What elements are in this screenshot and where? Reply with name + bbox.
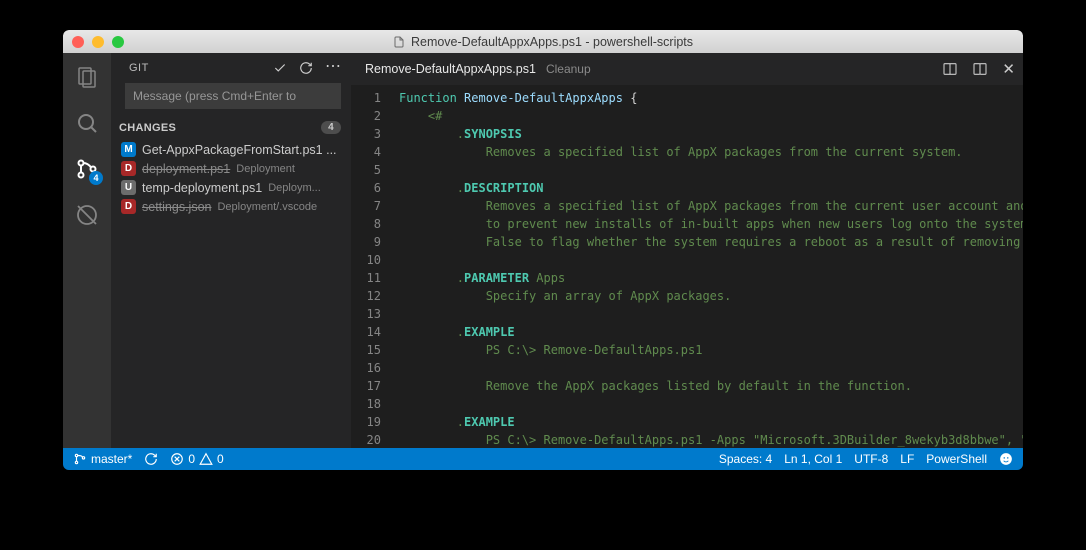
line-number: 6 xyxy=(351,179,381,197)
line-number: 17 xyxy=(351,377,381,395)
commit-message-input[interactable] xyxy=(125,83,341,109)
more-icon[interactable]: ⋯ xyxy=(325,61,339,75)
code-line[interactable]: <# xyxy=(399,107,1023,125)
file-status-badge: U xyxy=(121,180,136,195)
code-line[interactable]: .SYNOPSIS xyxy=(399,125,1023,143)
code-line[interactable] xyxy=(399,395,1023,413)
changes-label: CHANGES xyxy=(119,122,176,134)
code-line[interactable]: .EXAMPLE xyxy=(399,323,1023,341)
changes-list: M Get-AppxPackageFromStart.ps1 ... Ddeploy… xyxy=(111,138,351,218)
close-editor-icon[interactable]: ✕ xyxy=(1002,60,1015,78)
minimize-window-button[interactable] xyxy=(92,36,104,48)
code-line[interactable]: False to flag whether the system require… xyxy=(399,233,1023,251)
line-number: 19 xyxy=(351,413,381,431)
line-number: 9 xyxy=(351,233,381,251)
maximize-window-button[interactable] xyxy=(112,36,124,48)
editor-content[interactable]: 1234567891011121314151617181920 Function… xyxy=(351,85,1023,448)
branch-name: master* xyxy=(91,452,132,466)
vscode-window: Remove-DefaultAppxApps.ps1 - powershell-… xyxy=(63,30,1023,470)
code-line[interactable]: Remove the AppX packages listed by defau… xyxy=(399,377,1023,395)
status-spaces[interactable]: Spaces: 4 xyxy=(719,452,772,466)
line-number: 4 xyxy=(351,143,381,161)
scm-badge: 4 xyxy=(89,171,103,185)
split-editor-icon[interactable] xyxy=(942,61,958,77)
status-position[interactable]: Ln 1, Col 1 xyxy=(784,452,842,466)
file-status-badge: M xyxy=(121,142,136,157)
line-number: 3 xyxy=(351,125,381,143)
line-number: 18 xyxy=(351,395,381,413)
close-window-button[interactable] xyxy=(72,36,84,48)
status-encoding[interactable]: UTF-8 xyxy=(854,452,888,466)
status-branch[interactable]: master* xyxy=(73,452,132,466)
line-number: 15 xyxy=(351,341,381,359)
file-directory: Deploym... xyxy=(268,182,321,194)
code-line[interactable]: Specify an array of AppX packages. xyxy=(399,287,1023,305)
changed-file-row[interactable]: Utemp-deployment.ps1 Deploym... xyxy=(111,178,351,197)
code-line[interactable]: to prevent new installs of in-built apps… xyxy=(399,215,1023,233)
editor-tab-title[interactable]: Remove-DefaultAppxApps.ps1 xyxy=(365,62,536,76)
warnings-count: 0 xyxy=(217,452,224,466)
file-status-badge: D xyxy=(121,199,136,214)
status-bar: master* 0 0 Spaces: 4 Ln 1, Col 1 UTF-8 … xyxy=(63,448,1023,470)
status-eol[interactable]: LF xyxy=(900,452,914,466)
titlebar: Remove-DefaultAppxApps.ps1 - powershell-… xyxy=(63,30,1023,53)
changed-file-row[interactable]: M Get-AppxPackageFromStart.ps1 ... xyxy=(111,140,351,159)
file-name: Get-AppxPackageFromStart.ps1 ... xyxy=(142,143,337,157)
changes-section-header[interactable]: CHANGES 4 xyxy=(111,117,351,138)
commit-icon[interactable] xyxy=(273,61,287,75)
errors-count: 0 xyxy=(188,452,195,466)
status-problems[interactable]: 0 0 xyxy=(170,452,223,466)
editor-group: Remove-DefaultAppxApps.ps1 Cleanup ✕ 123… xyxy=(351,53,1023,448)
code-line[interactable]: Removes a specified list of AppX package… xyxy=(399,197,1023,215)
scm-sidebar: GIT ⋯ CHANGES 4 M Get-AppxPackageFromStar… xyxy=(111,53,351,448)
activity-bar: 4 xyxy=(63,53,111,448)
changes-count-badge: 4 xyxy=(321,121,341,134)
status-feedback[interactable] xyxy=(999,452,1013,466)
line-number: 12 xyxy=(351,287,381,305)
changed-file-row[interactable]: Dsettings.json Deployment/.vscode xyxy=(111,197,351,216)
line-number: 20 xyxy=(351,431,381,448)
file-icon xyxy=(393,35,405,49)
status-language[interactable]: PowerShell xyxy=(926,452,987,466)
open-changes-icon[interactable] xyxy=(972,61,988,77)
window-title: Remove-DefaultAppxApps.ps1 - powershell-… xyxy=(411,35,693,49)
line-number: 11 xyxy=(351,269,381,287)
code-line[interactable] xyxy=(399,305,1023,323)
file-status-badge: D xyxy=(121,161,136,176)
scm-header-label: GIT xyxy=(129,62,149,74)
changed-file-row[interactable]: Ddeployment.ps1 Deployment xyxy=(111,159,351,178)
code-line[interactable]: PS C:\> Remove-DefaultApps.ps1 -Apps "Mi… xyxy=(399,431,1023,448)
status-sync[interactable] xyxy=(144,452,158,466)
line-number: 5 xyxy=(351,161,381,179)
code-line[interactable] xyxy=(399,251,1023,269)
scm-activity[interactable]: 4 xyxy=(73,155,101,183)
file-name: settings.json xyxy=(142,200,211,214)
file-directory: Deployment xyxy=(236,163,295,175)
search-activity[interactable] xyxy=(73,109,101,137)
debug-activity[interactable] xyxy=(73,201,101,229)
code-line[interactable] xyxy=(399,161,1023,179)
file-name: temp-deployment.ps1 xyxy=(142,181,262,195)
line-number: 1 xyxy=(351,89,381,107)
code-line[interactable]: PS C:\> Remove-DefaultApps.ps1 xyxy=(399,341,1023,359)
line-number: 13 xyxy=(351,305,381,323)
line-number: 14 xyxy=(351,323,381,341)
file-name: deployment.ps1 xyxy=(142,162,230,176)
line-number: 16 xyxy=(351,359,381,377)
code-line[interactable]: Removes a specified list of AppX package… xyxy=(399,143,1023,161)
refresh-icon[interactable] xyxy=(299,61,313,75)
code-line[interactable]: .EXAMPLE xyxy=(399,413,1023,431)
line-number: 2 xyxy=(351,107,381,125)
file-directory: Deployment/.vscode xyxy=(217,201,317,213)
code-line[interactable]: .PARAMETER Apps xyxy=(399,269,1023,287)
line-number: 8 xyxy=(351,215,381,233)
code-line[interactable]: Function Remove-DefaultAppxApps { xyxy=(399,89,1023,107)
code-line[interactable]: .DESCRIPTION xyxy=(399,179,1023,197)
editor-tab-subtitle: Cleanup xyxy=(546,62,591,76)
line-number: 7 xyxy=(351,197,381,215)
code-line[interactable] xyxy=(399,359,1023,377)
explorer-activity[interactable] xyxy=(73,63,101,91)
line-number: 10 xyxy=(351,251,381,269)
editor-tab-bar: Remove-DefaultAppxApps.ps1 Cleanup ✕ xyxy=(351,53,1023,85)
